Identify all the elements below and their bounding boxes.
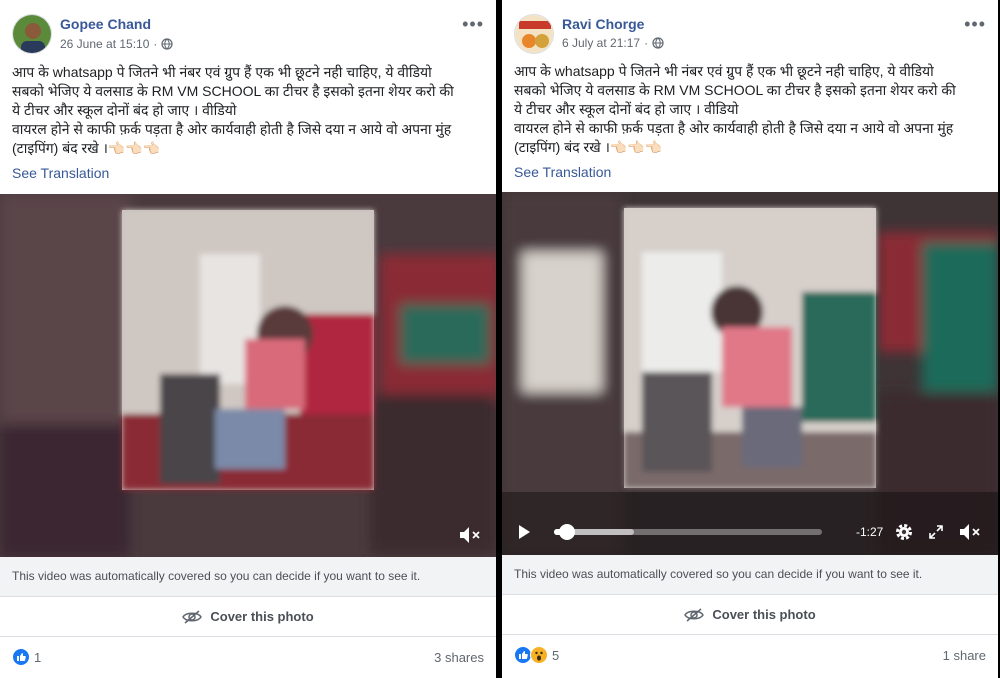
video-progress-bar[interactable]: [554, 524, 822, 540]
post-card: Ravi Chorge 6 July at 21:17 · ••• आप के …: [502, 0, 998, 678]
post-text-line: सबको भेजिए ये वलसाड के RM VM SCHOOL का ट…: [514, 82, 956, 98]
mute-icon[interactable]: [958, 521, 982, 543]
reaction-count: 1: [34, 649, 42, 665]
hide-icon: [684, 607, 705, 622]
cover-photo-label: Cover this photo: [210, 609, 314, 624]
avatar[interactable]: [12, 14, 52, 54]
post-text-line: आप के whatsapp पे जितने भी नंबर एवं ग्रु…: [12, 64, 432, 80]
reaction-summary[interactable]: 1: [12, 648, 41, 666]
video-controls: -1:27: [502, 512, 998, 552]
globe-icon: [652, 37, 664, 49]
reaction-count: 5: [552, 647, 560, 663]
author-name[interactable]: Ravi Chorge: [562, 16, 644, 32]
video-notice: This video was automatically covered so …: [502, 555, 998, 595]
post-meta: 26 June at 15:10 ·: [60, 37, 174, 51]
post-text-line: सबको भेजिए ये वलसाड के RM VM SCHOOL का ट…: [12, 83, 454, 99]
video-player[interactable]: [0, 194, 496, 557]
mute-icon[interactable]: [458, 524, 482, 546]
more-options-icon[interactable]: •••: [964, 14, 986, 35]
reaction-summary[interactable]: 5: [514, 646, 559, 664]
wow-icon: [530, 646, 548, 664]
video-frame: [0, 194, 496, 557]
hide-icon: [182, 609, 203, 624]
timestamp[interactable]: 26 June at 15:10: [60, 37, 149, 51]
video-player[interactable]: -1:27: [502, 192, 998, 555]
globe-icon: [161, 38, 174, 50]
play-icon[interactable]: [516, 524, 532, 540]
post-footer: 1 3 shares: [0, 637, 496, 677]
more-options-icon[interactable]: •••: [462, 14, 484, 35]
cover-photo-label: Cover this photo: [712, 607, 816, 622]
post-footer: 5 1 share: [502, 635, 998, 675]
post-text-line: वायरल होने से काफी फ़र्क पड़ता है ओर कार…: [514, 120, 954, 136]
post-text-line: ये टीचर और स्कूल दोनों बंद हो जाए । वीडि…: [12, 102, 237, 118]
post-card: Gopee Chand 26 June at 15:10 · ••• आप के…: [0, 0, 496, 678]
cover-photo-button[interactable]: Cover this photo: [0, 597, 496, 637]
post-text-line: आप के whatsapp पे जितने भी नंबर एवं ग्रु…: [514, 63, 934, 79]
post-meta: 6 July at 21:17 ·: [562, 36, 664, 50]
like-icon: [12, 648, 30, 666]
avatar[interactable]: [514, 14, 554, 54]
timestamp[interactable]: 6 July at 21:17: [562, 36, 640, 50]
video-frame: [502, 192, 998, 555]
settings-icon[interactable]: [894, 522, 914, 542]
see-translation-link[interactable]: See Translation: [514, 164, 611, 180]
fullscreen-icon[interactable]: [928, 524, 944, 540]
post-text: आप के whatsapp पे जितने भी नंबर एवं ग्रु…: [514, 62, 988, 157]
cover-photo-button[interactable]: Cover this photo: [502, 595, 998, 635]
post-text-line: ये टीचर और स्कूल दोनों बंद हो जाए । वीडि…: [514, 101, 739, 117]
video-notice: This video was automatically covered so …: [0, 557, 496, 597]
shares-count[interactable]: 1 share: [943, 648, 986, 663]
post-text: आप के whatsapp पे जितने भी नंबर एवं ग्रु…: [12, 63, 486, 158]
see-translation-link[interactable]: See Translation: [12, 165, 109, 181]
shares-count[interactable]: 3 shares: [434, 650, 484, 665]
video-time-remaining: -1:27: [856, 525, 884, 539]
post-text-line: (टाइपिंग) बंद रखे ।👈🏻👈🏻👈🏻: [514, 139, 663, 155]
video-scrubber-handle[interactable]: [559, 524, 576, 540]
author-name[interactable]: Gopee Chand: [60, 16, 151, 32]
post-text-line: वायरल होने से काफी फ़र्क पड़ता है ओर कार…: [12, 121, 452, 137]
post-text-line: (टाइपिंग) बंद रखे ।👈🏻👈🏻👈🏻: [12, 140, 161, 156]
